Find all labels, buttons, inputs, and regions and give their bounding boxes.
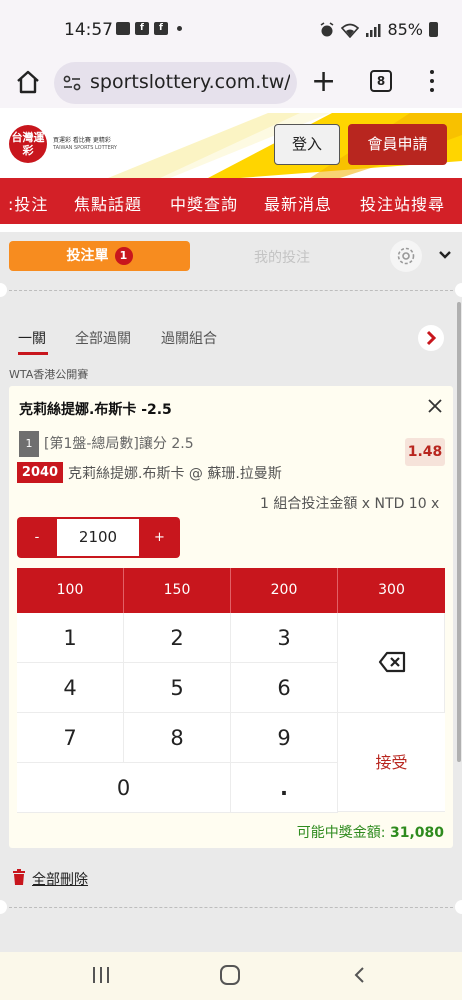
league-name: WTA香港公開賽 [9,368,89,381]
chevron-down-icon[interactable] [438,248,452,262]
delete-all-link[interactable]: 全部刪除 [32,869,88,889]
market-description: [第1盤-總局數]讓分 2.5 [44,436,194,452]
key-1[interactable]: 1 [17,613,124,663]
login-button[interactable]: 登入 [274,124,340,165]
site-logo[interactable]: 台灣運彩 [9,125,47,163]
matchup-text: 克莉絲提娜.布斯卡 @ 蘇珊.拉曼斯 [68,466,282,482]
combo-amount-info: 1 組合投注金額 x NTD 10 x [260,496,440,512]
key-4[interactable]: 4 [17,663,124,713]
divider-bottom [9,907,453,908]
gear-icon [397,247,415,265]
decrease-button[interactable]: - [17,517,57,558]
tab-single[interactable]: 一關 [18,328,46,348]
logo-slogan: 買運彩 看比賽 更精彩 [53,137,111,144]
nav-item-store-search[interactable]: 投注站搜尋 [360,191,445,215]
divider-bottom-notch-left [0,900,7,914]
tab-my-bets[interactable]: 我的投注 [254,247,310,267]
scrollbar[interactable] [457,302,461,762]
key-2[interactable]: 2 [124,613,231,663]
quick-amount-200[interactable]: 200 [231,568,338,613]
recents-icon[interactable] [93,967,109,983]
accept-button[interactable]: 接受 [338,713,445,812]
system-nav-bar [0,952,462,1000]
home-button-icon[interactable] [220,965,240,985]
quick-amount-row: 100 150 200 300 [17,568,445,613]
next-tab-button[interactable] [418,325,444,351]
payout-value: 31,080 [389,825,444,841]
site-settings-icon[interactable] [62,73,82,93]
wifi-icon [341,23,360,38]
tab-switcher-icon[interactable]: 8 [370,70,392,92]
browser-toolbar: sportslottery.com.tw/s + 8 [0,58,462,108]
more-notifications-icon [177,26,182,31]
payout-label: 可能中獎金額: [296,825,386,841]
new-tab-icon[interactable]: + [311,67,336,97]
alarm-icon [320,21,334,36]
odds-value: 1.48 [405,438,445,466]
nav-item-results[interactable]: 中獎查詢 [170,191,238,215]
status-bar: 14:57 f f 85% [0,0,462,58]
browser-menu-icon[interactable] [429,70,435,92]
key-7[interactable]: 7 [17,713,124,763]
close-icon[interactable] [427,398,443,414]
back-icon[interactable] [352,966,366,984]
tab-betslip[interactable]: 投注單 1 [9,241,190,271]
stake-input[interactable]: 2100 [57,519,139,556]
nav-item-betting[interactable]: :投注 [8,191,48,215]
selection-title: 克莉絲提娜.布斯卡 -2.5 [19,402,172,418]
key-9[interactable]: 9 [231,713,338,763]
system-icons: 85% [319,20,438,39]
logo-english-name: TAIWAN SPORTS LOTTERY [53,145,117,151]
facebook-notification-icon: f [135,22,149,35]
game-number-badge: 2040 [17,462,63,483]
main-nav: :投注 焦點話題 中獎查詢 最新消息 投注站搜尋 [0,178,462,224]
betslip-panel: 投注單 1 我的投注 一關 全部過關 過關組合 WTA香港公開賽 克莉絲提娜.布斯… [0,232,462,952]
stake-stepper: - 2100 + [17,517,180,558]
potential-payout: 可能中獎金額: 31,080 [297,822,444,842]
backspace-button[interactable] [338,613,445,713]
betslip-tab-label: 投注單 [66,248,109,264]
key-5[interactable]: 5 [124,663,231,713]
nav-item-hot-topics[interactable]: 焦點話題 [74,191,142,215]
chevron-right-icon [426,330,437,346]
divider [9,290,453,291]
address-bar[interactable]: sportslottery.com.tw/s [54,62,297,104]
quick-amount-100[interactable]: 100 [17,568,124,613]
active-tab-indicator [18,352,48,355]
key-0[interactable]: 0 [17,763,231,813]
backspace-icon [378,651,406,673]
signal-icon [366,23,381,37]
key-3[interactable]: 3 [231,613,338,663]
home-icon[interactable] [14,68,42,96]
key-decimal[interactable]: . [231,763,338,813]
key-8[interactable]: 8 [124,713,231,763]
image-notification-icon [116,22,130,35]
selection-card: 克莉絲提娜.布斯卡 -2.5 1 [第1盤-總局數]讓分 2.5 1.48 20… [9,386,453,848]
divider-bottom-notch-right [455,900,462,914]
url-text: sportslottery.com.tw/s [90,71,290,93]
facebook-notification-icon-2: f [154,22,168,35]
status-time: 14:57 [64,20,113,40]
battery-percent: 85% [387,20,423,39]
trash-icon[interactable] [12,869,26,885]
register-button[interactable]: 會員申請 [348,124,447,165]
settings-button[interactable] [390,240,422,272]
tab-all-parlay[interactable]: 全部過關 [75,328,131,348]
quick-amount-300[interactable]: 300 [338,568,445,613]
numeric-keypad: 1 2 3 4 5 6 7 8 9 0 . 接受 [17,613,445,813]
nav-item-news[interactable]: 最新消息 [264,191,332,215]
leg-number-badge: 1 [19,431,39,457]
divider-notch-right [455,283,462,297]
divider-notch-left [0,283,7,297]
quick-amount-150[interactable]: 150 [124,568,231,613]
betslip-count-badge: 1 [114,247,133,265]
tab-parlay-combo[interactable]: 過關組合 [161,328,217,348]
key-6[interactable]: 6 [231,663,338,713]
notification-icons: f f [116,22,182,35]
site-header: 台灣運彩 買運彩 看比賽 更精彩 TAIWAN SPORTS LOTTERY 登… [0,113,462,178]
increase-button[interactable]: + [139,517,180,558]
battery-icon [429,22,438,37]
